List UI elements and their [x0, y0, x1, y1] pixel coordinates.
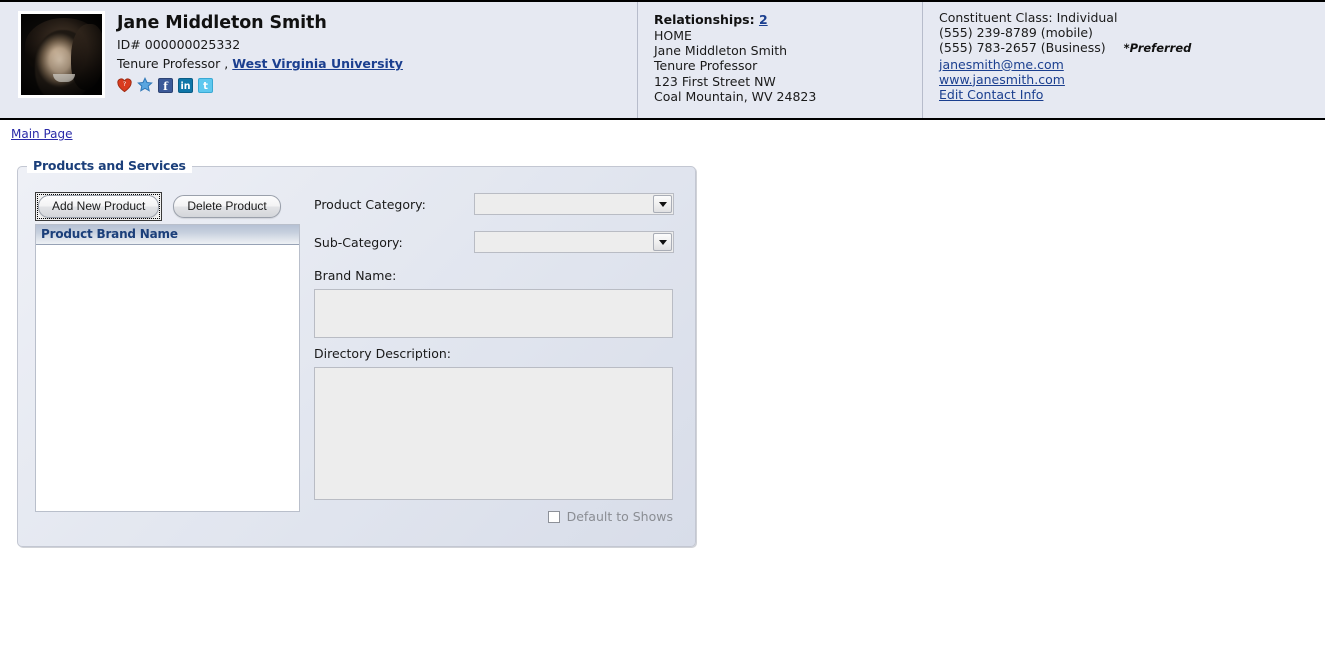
relationships-count-link[interactable]: 2 — [759, 12, 768, 27]
brand-name-label: Brand Name: — [314, 268, 397, 283]
constituent-class: Constituent Class: Individual — [939, 10, 1118, 25]
organization-link[interactable]: West Virginia University — [232, 56, 403, 71]
delete-product-button[interactable]: Delete Product — [173, 195, 281, 218]
product-list[interactable]: Product Brand Name — [35, 224, 300, 512]
chevron-down-icon[interactable] — [653, 195, 672, 213]
linkedin-icon[interactable]: in — [178, 77, 193, 93]
constituent-id: ID# 000000025332 — [117, 37, 241, 52]
preferred-flag: *Preferred — [1123, 41, 1192, 56]
product-list-body[interactable] — [36, 245, 299, 511]
products-and-services-panel: Products and Services Add New Product De… — [17, 158, 696, 547]
relationship-line-title: Tenure Professor — [654, 58, 758, 74]
social-icon-row: ? f in t — [117, 77, 403, 93]
relationship-line-home: HOME — [654, 28, 692, 43]
title-and-org: Tenure Professor , West Virginia Univers… — [117, 56, 403, 72]
identity-column: Jane Middleton Smith ID# 000000025332 Te… — [0, 2, 637, 118]
website-row: www.janesmith.com — [939, 72, 1323, 87]
product-category-label: Product Category: — [314, 196, 426, 212]
default-to-shows-row[interactable]: Default to Shows — [314, 509, 673, 524]
relationship-line-name: Jane Middleton Smith — [654, 43, 788, 59]
avatar — [18, 11, 105, 98]
chevron-down-icon[interactable] — [653, 233, 672, 251]
sub-category-row: Sub-Category: — [314, 230, 679, 254]
product-category-select[interactable] — [474, 193, 674, 215]
add-new-product-button[interactable]: Add New Product — [38, 195, 160, 218]
breadcrumb-main-page-link[interactable]: Main Page — [11, 127, 73, 141]
panel-legend: Products and Services — [27, 158, 192, 173]
product-button-row: Add New Product Delete Product — [35, 192, 281, 221]
heart-icon[interactable]: ? — [117, 77, 132, 93]
add-new-product-focus-ring: Add New Product — [35, 192, 163, 221]
product-category-row: Product Category: — [314, 192, 679, 216]
product-detail-form: Product Category: Sub-Category: Brand Na… — [314, 192, 679, 524]
contact-column: Constituent Class: Individual (555) 239-… — [922, 2, 1323, 118]
relationships-column: Relationships: 2 HOME Jane Middleton Smi… — [637, 2, 922, 118]
page-title: Jane Middleton Smith — [117, 13, 327, 33]
edit-contact-row: Edit Contact Info — [939, 87, 1323, 102]
directory-description-input[interactable] — [314, 367, 673, 500]
star-icon[interactable] — [137, 77, 153, 93]
email-row: janesmith@me.com — [939, 57, 1323, 72]
email-link[interactable]: janesmith@me.com — [939, 57, 1064, 72]
edit-contact-info-link[interactable]: Edit Contact Info — [939, 87, 1043, 102]
relationship-line-city: Coal Mountain, WV 24823 — [654, 88, 817, 104]
job-title: Tenure Professor , — [117, 56, 229, 71]
phone-business-row: (555) 783-2657 (Business) *Preferred — [939, 40, 1323, 56]
directory-description-label: Directory Description: — [314, 346, 451, 361]
relationship-line-street: 123 First Street NW — [654, 73, 776, 89]
website-link[interactable]: www.janesmith.com — [939, 72, 1065, 87]
svg-text:?: ? — [123, 79, 127, 87]
sub-category-select[interactable] — [474, 231, 674, 253]
twitter-icon[interactable]: t — [198, 77, 213, 93]
avatar-vignette — [21, 14, 102, 95]
identity-text: Jane Middleton Smith ID# 000000025332 Te… — [105, 11, 403, 118]
brand-name-input[interactable] — [314, 289, 673, 338]
default-to-shows-checkbox[interactable] — [547, 510, 560, 523]
phone-business: (555) 783-2657 (Business) — [939, 40, 1106, 56]
relationships-heading: Relationships: 2 — [654, 11, 922, 28]
phone-mobile: (555) 239-8789 (mobile) — [939, 25, 1093, 41]
facebook-icon[interactable]: f — [158, 77, 173, 93]
product-list-column-header: Product Brand Name — [36, 225, 299, 245]
default-to-shows-label: Default to Shows — [566, 509, 673, 524]
relationships-label: Relationships: — [654, 12, 755, 27]
constituent-header: Jane Middleton Smith ID# 000000025332 Te… — [0, 0, 1325, 120]
sub-category-label: Sub-Category: — [314, 234, 403, 250]
